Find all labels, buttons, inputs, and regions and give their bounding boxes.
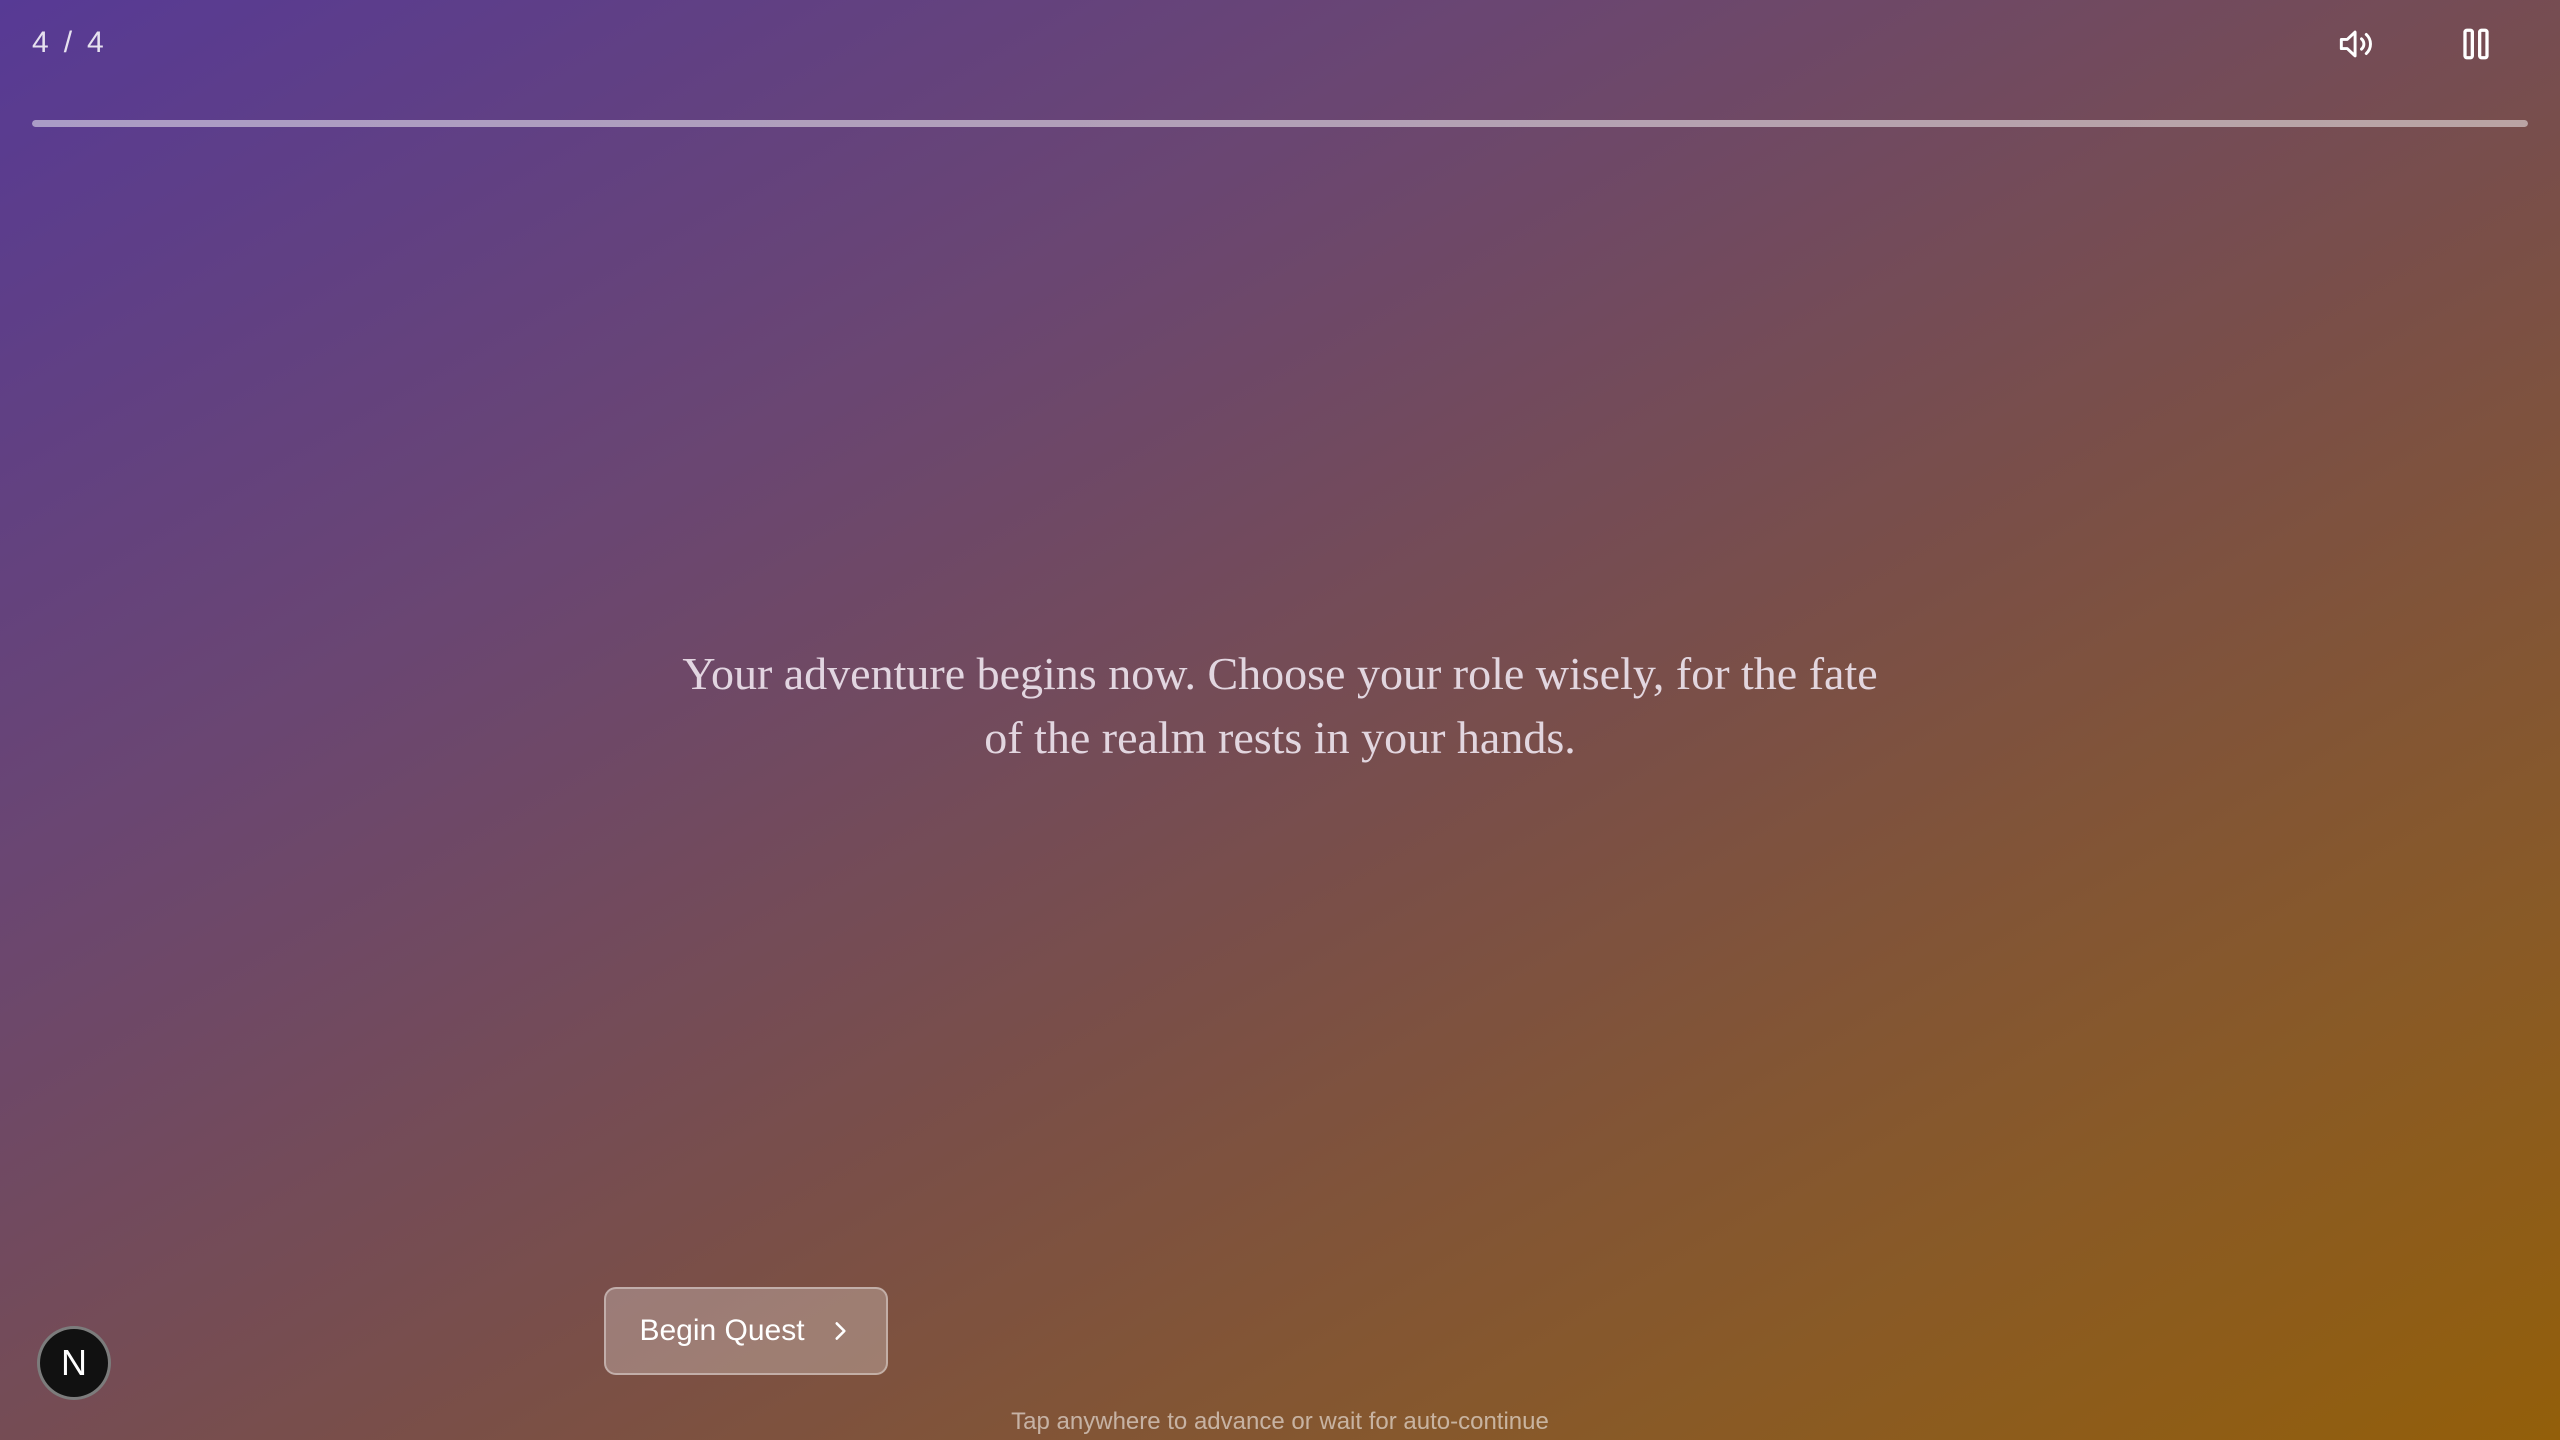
slide-counter-current: 4 [32,26,50,59]
narration-text: Your adventure begins now. Choose your r… [682,648,1878,763]
speaker-volume-icon [2339,30,2372,58]
progress-fill [32,120,2528,127]
slide-counter-total: 4 [87,26,105,59]
pause-icon [2463,28,2489,60]
slide-counter-separator: / [63,26,74,59]
begin-quest-label: Begin Quest [639,1314,805,1347]
sound-button[interactable] [2330,18,2382,70]
pause-button[interactable] [2450,18,2502,70]
app-badge[interactable]: N [37,1326,111,1400]
progress-bar [32,120,2528,127]
begin-quest-button[interactable]: Begin Quest [604,1287,888,1375]
advance-hint: Tap anywhere to advance or wait for auto… [1011,1408,1549,1435]
slide-counter: 4 / 4 [32,26,105,60]
chevron-right-icon [834,1322,846,1340]
badge-letter: N [61,1342,87,1383]
